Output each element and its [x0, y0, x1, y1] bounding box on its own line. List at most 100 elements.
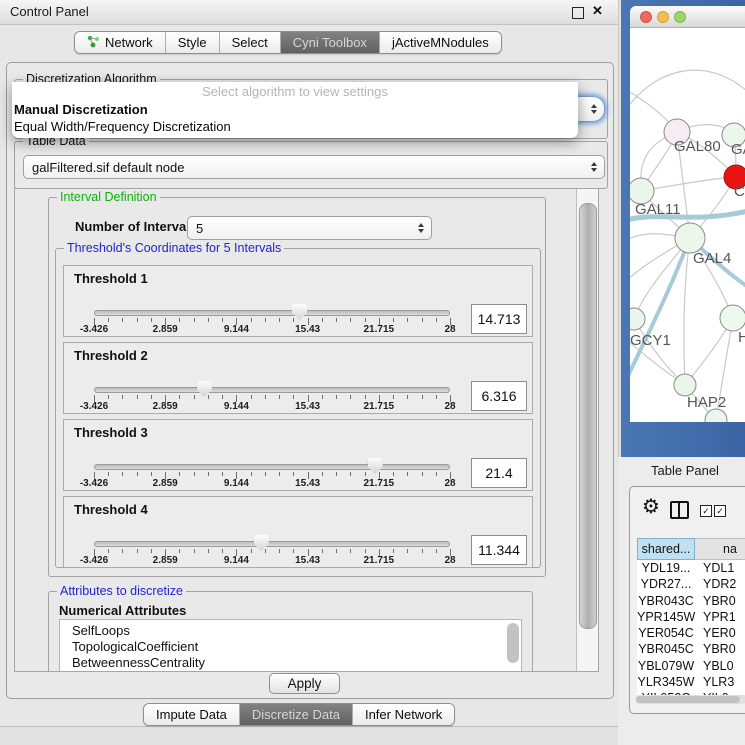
network-edge[interactable]: [641, 177, 736, 191]
table-row[interactable]: YLR345WYLR3: [637, 674, 745, 690]
slider-tick: [194, 549, 195, 553]
cell: YPR1: [695, 609, 736, 625]
split-columns-icon[interactable]: [670, 501, 689, 519]
cell: YDR27...: [637, 576, 695, 592]
slider-ticks: [94, 549, 450, 557]
slider-tick: [137, 472, 138, 476]
threshold-2-value-field[interactable]: 6.316: [471, 381, 527, 411]
table-row[interactable]: YDR27...YDR2: [637, 576, 745, 592]
vertical-scrollbar[interactable]: [576, 189, 598, 671]
horizontal-scrollbar[interactable]: [635, 695, 745, 704]
cell: YBL079W: [637, 658, 695, 674]
scrollbar-thumb[interactable]: [636, 696, 740, 703]
dropdown-prompt-item[interactable]: Select algorithm to view settings: [12, 82, 578, 101]
network-node[interactable]: [675, 223, 705, 253]
slider-track[interactable]: [94, 464, 450, 470]
dropdown-option-equal-width[interactable]: Equal Width/Frequency Discretization: [12, 118, 578, 135]
checkbox-icon[interactable]: ✓: [714, 505, 726, 517]
slider-tick-label: 9.144: [224, 555, 249, 566]
tab-label: Select: [232, 35, 268, 50]
number-of-intervals-combobox[interactable]: 5: [187, 216, 432, 240]
network-node-label: H: [738, 329, 745, 346]
slider-tick: [122, 395, 123, 399]
slider-tick: [436, 395, 437, 399]
network-node[interactable]: [720, 305, 745, 331]
table-row[interactable]: YPR145WYPR1: [637, 609, 745, 625]
network-edge[interactable]: [630, 70, 745, 108]
slider-tick-label: -3.426: [80, 401, 108, 412]
tab-impute-data[interactable]: Impute Data: [144, 704, 240, 725]
tab-discretize-data[interactable]: Discretize Data: [240, 704, 353, 725]
threshold-2-slider[interactable]: -3.4262.8599.14415.4321.71528: [94, 379, 450, 413]
slider-tick: [322, 472, 323, 476]
panel-title: Control Panel: [10, 4, 89, 19]
slider-tick: [436, 549, 437, 553]
apply-button[interactable]: Apply: [269, 673, 340, 694]
tab-infer-network[interactable]: Infer Network: [353, 704, 454, 725]
slider-tick: [265, 318, 266, 322]
table-row[interactable]: YBR045CYBR0: [637, 641, 745, 657]
slider-tick: [350, 549, 351, 553]
minimize-traffic-light[interactable]: [657, 11, 669, 23]
list-item[interactable]: TopologicalCoefficient: [60, 639, 521, 655]
tab-label: Network: [105, 35, 153, 50]
slider-tick-label: -3.426: [80, 555, 108, 566]
network-canvas[interactable]: GAL80GACGAL11GAL4GCY1HHAP2: [630, 28, 745, 422]
list-item[interactable]: BetweennessCentrality: [60, 655, 521, 671]
slider-tick: [422, 549, 423, 553]
tab-cyni-toolbox[interactable]: Cyni Toolbox: [281, 32, 380, 53]
threshold-1-panel: Threshold 1 -3.4262.8599.14415.4321.7152…: [63, 265, 533, 337]
slider-tick: [436, 472, 437, 476]
threshold-3-slider[interactable]: -3.4262.8599.14415.4321.71528: [94, 456, 450, 490]
threshold-1-value-field[interactable]: 14.713: [471, 304, 527, 334]
slider-tick: [279, 318, 280, 322]
slider-tick-label: 28: [444, 324, 455, 335]
network-node[interactable]: [674, 374, 696, 396]
dropdown-option-manual-discretization[interactable]: Manual Discretization: [12, 101, 578, 118]
table-row[interactable]: YER054CYER0: [637, 625, 745, 641]
network-node[interactable]: [630, 308, 645, 330]
tab-select[interactable]: Select: [220, 32, 281, 53]
slider-tick: [293, 549, 294, 553]
slider-tick: [279, 549, 280, 553]
list-scrollbar[interactable]: [507, 623, 519, 663]
threshold-3-value-field[interactable]: 21.4: [471, 458, 527, 488]
tab-style[interactable]: Style: [166, 32, 220, 53]
network-window-titlebar[interactable]: [630, 6, 745, 28]
slider-tick: [350, 472, 351, 476]
slider-track[interactable]: [94, 310, 450, 316]
slider-tick: [108, 395, 109, 399]
column-header-shared-name[interactable]: shared...: [637, 538, 695, 560]
slider-tick: [350, 395, 351, 399]
float-window-icon[interactable]: [572, 7, 584, 19]
threshold-4-slider[interactable]: -3.4262.8599.14415.4321.71528: [94, 533, 450, 567]
slider-track[interactable]: [94, 541, 450, 547]
tab-jactivemnodules[interactable]: jActiveMNodules: [380, 32, 501, 53]
checkbox-icon[interactable]: ✓: [700, 505, 712, 517]
scrollbar-thumb[interactable]: [579, 203, 597, 629]
threshold-4-value-field[interactable]: 11.344: [471, 535, 527, 565]
threshold-1-slider[interactable]: -3.4262.8599.14415.4321.71528: [94, 302, 450, 336]
slider-tick: [365, 395, 366, 399]
close-traffic-light[interactable]: [640, 11, 652, 23]
table-row[interactable]: YBL079WYBL0: [637, 658, 745, 674]
table-row[interactable]: YDL19...YDL1: [637, 560, 745, 576]
slider-track[interactable]: [94, 387, 450, 393]
tab-network[interactable]: Network: [75, 32, 166, 53]
slider-tick: [265, 549, 266, 553]
combo-value: 5: [196, 221, 203, 236]
numerical-attributes-list[interactable]: SelfLoops TopologicalCoefficient Between…: [59, 619, 522, 672]
slider-tick: [393, 318, 394, 322]
slider-tick: [279, 472, 280, 476]
list-item[interactable]: SelfLoops: [60, 620, 521, 639]
settings-scrollpane: Interval Definition Number of Intervals …: [14, 188, 599, 672]
table-row[interactable]: YBR043CYBR0: [637, 593, 745, 609]
column-header-name[interactable]: na: [695, 538, 745, 560]
zoom-traffic-light[interactable]: [674, 11, 686, 23]
gear-icon[interactable]: ⚙: [642, 495, 660, 517]
algorithm-dropdown-popup: Select algorithm to view settings Manual…: [12, 82, 578, 138]
table-data-combobox[interactable]: galFiltered.sif default node: [23, 155, 605, 179]
network-edge[interactable]: [684, 238, 690, 385]
slider-tick: [137, 395, 138, 399]
close-icon[interactable]: ✕: [592, 3, 603, 19]
